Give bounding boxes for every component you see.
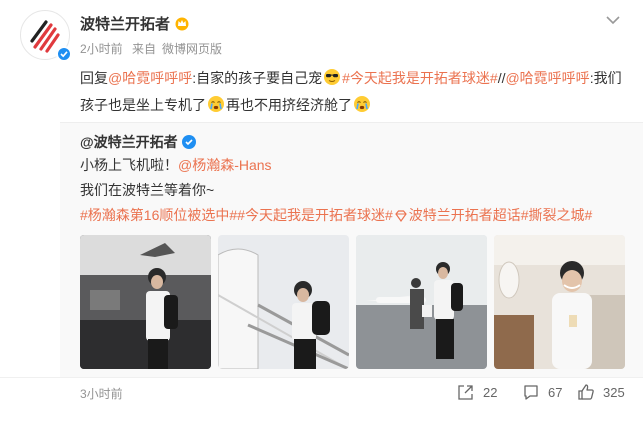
mention-link-2[interactable]: @哈霓呼呼呼 [505, 70, 589, 86]
source-prefix: 来自 [132, 42, 157, 56]
post-text-c: 再也不用挤经济舱了 [226, 97, 352, 113]
sunglasses-emoji-icon [323, 68, 341, 93]
verified-badge-icon [56, 46, 72, 62]
crying-emoji-icon-2 [353, 95, 371, 120]
reposted-content: @波特兰开拓者 小杨上飞机啦！@杨瀚森-Hans 我们在波特兰等着你~ #杨瀚森… [60, 122, 643, 377]
verified-badge-icon-2 [181, 135, 196, 149]
reply-prefix: 回复 [80, 70, 108, 86]
repost-author-name[interactable]: @波特兰开拓者 [80, 134, 178, 150]
photo-grid [80, 235, 625, 369]
repost-text-1: 小杨上飞机啦！ [80, 157, 178, 173]
post-text-a: :自家的孩子要自己宠 [192, 70, 323, 86]
author-name[interactable]: 波特兰开拓者 [80, 16, 170, 33]
more-options-chevron-icon[interactable] [603, 12, 623, 28]
like-count: 325 [603, 384, 625, 400]
comment-icon [524, 385, 538, 400]
photo-airport[interactable] [80, 235, 211, 369]
post-text: 回复@哈霓呼呼呼:自家的孩子要自己宠 #今天起我是开拓者球迷#//@哈霓呼呼呼:我… [80, 66, 625, 120]
share-icon [458, 385, 473, 400]
repost-line-1: 小杨上飞机啦！@杨瀚森-Hans [80, 155, 272, 175]
post-meta: 2小时前 来自 微博网页版 [80, 40, 228, 57]
comment-count: 67 [548, 384, 563, 400]
repost-topic-2[interactable]: #今天起我是开拓者球迷# [237, 207, 393, 223]
repost-line-2: 我们在波特兰等着你~ [80, 180, 214, 200]
comment-button[interactable]: 67 [522, 383, 562, 401]
like-button[interactable]: 325 [577, 383, 625, 401]
weibo-post-card: 波特兰开拓者 2小时前 来自 微博网页版 回复@哈霓呼呼呼:自家的孩子要自己宠 #今… [0, 0, 643, 421]
repost-text-2: 我们在波特兰等着你~ [80, 182, 215, 198]
repost-mention[interactable]: @杨瀚森-Hans [178, 157, 272, 173]
crying-emoji-icon [207, 95, 225, 120]
mention-link[interactable]: @哈霓呼呼呼 [108, 70, 192, 86]
crown-icon [174, 15, 190, 35]
supertopic-link[interactable]: 波特兰开拓者超话 [409, 207, 521, 223]
photo-boarding[interactable] [218, 235, 349, 369]
photo-cabin[interactable] [494, 235, 625, 369]
repost-button[interactable]: 22 [457, 383, 497, 401]
repost-topics: #杨瀚森第16顺位被选中##今天起我是开拓者球迷# 波特兰开拓者超话#撕裂之城# [80, 205, 592, 228]
repost-author[interactable]: @波特兰开拓者 [80, 132, 196, 152]
thumbs-up-icon [578, 384, 594, 400]
repost-topic-1[interactable]: #杨瀚森第16顺位被选中# [80, 207, 237, 223]
post-footer: 3小时前 22 67 325 [0, 377, 643, 421]
supertopic-diamond-icon [394, 208, 408, 228]
topic-link[interactable]: #今天起我是开拓者球迷# [342, 70, 498, 86]
post-author[interactable]: 波特兰开拓者 [80, 13, 190, 35]
repost-topic-3[interactable]: #撕裂之城# [521, 207, 593, 223]
post-time[interactable]: 2小时前 [80, 42, 123, 56]
post-source: 微博网页版 [162, 42, 223, 56]
repost-count: 22 [483, 384, 498, 400]
photo-tarmac[interactable] [356, 235, 487, 369]
repost-time[interactable]: 3小时前 [80, 385, 123, 402]
